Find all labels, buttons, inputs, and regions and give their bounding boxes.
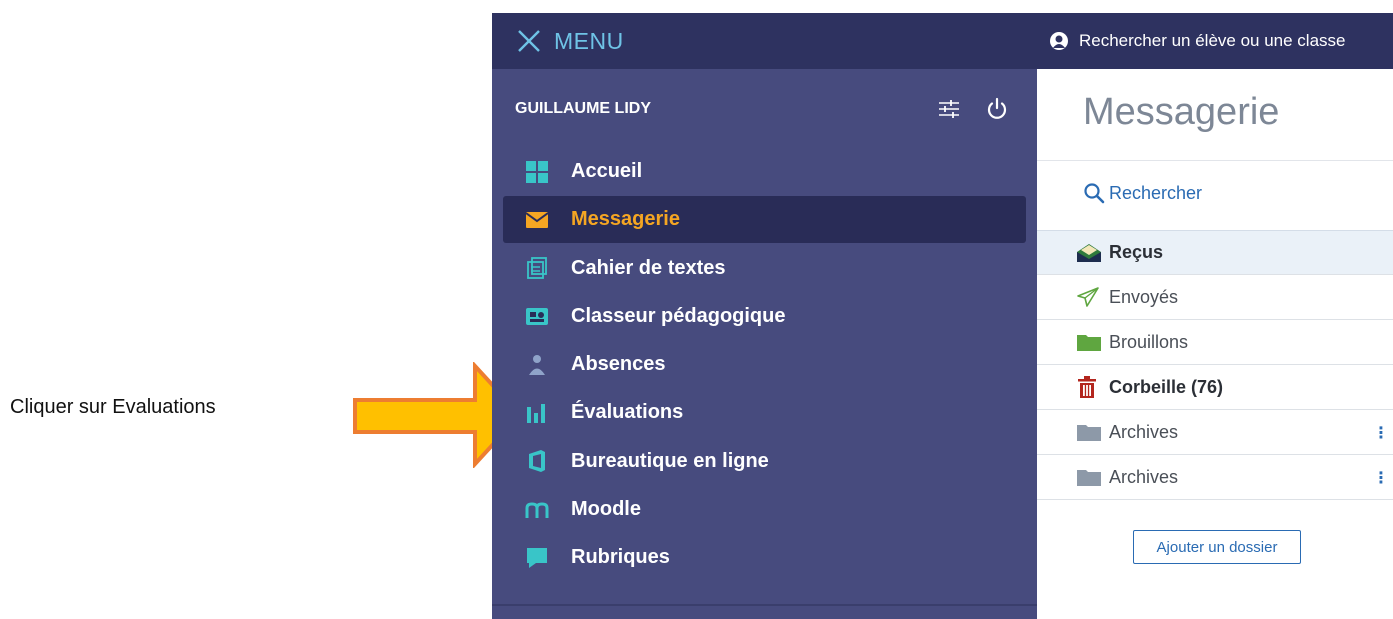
student-search-text: Rechercher un élève ou une classe: [1079, 31, 1346, 50]
sidebar-item-label: Classeur pédagogique: [571, 304, 786, 327]
sidebar-nav: Accueil Messagerie Cahier de textes Clas…: [503, 148, 1026, 583]
sidebar-item-label: Messagerie: [571, 208, 680, 231]
add-folder-button[interactable]: Ajouter un dossier: [1133, 530, 1301, 564]
folder-icon: [1077, 467, 1101, 487]
folder-label: Reçus: [1109, 242, 1164, 262]
instruction-text: Cliquer sur Evaluations: [10, 396, 216, 418]
close-icon[interactable]: [516, 28, 542, 54]
sidebar-item-cahier-de-textes[interactable]: Cahier de textes: [503, 245, 1026, 292]
student-search-bar[interactable]: Rechercher un élève ou une classe: [1037, 13, 1393, 69]
sidebar-item-label: Absences: [571, 353, 666, 376]
sidebar-item-moodle[interactable]: Moodle: [503, 486, 1026, 533]
user-name: GUILLAUME LIDY: [515, 100, 651, 117]
folder-label: Brouillons: [1109, 331, 1189, 352]
search-link-label: Rechercher: [1109, 182, 1203, 203]
send-icon: [1077, 287, 1101, 307]
person-icon: [525, 353, 549, 377]
folder-icon: [1077, 332, 1101, 352]
user-search-icon: [1050, 32, 1068, 50]
sidebar: MENU GUILLAUME LIDY Accueil Messagerie C…: [492, 13, 1037, 619]
moodle-icon: [525, 498, 549, 522]
search-icon: [1084, 183, 1105, 204]
sidebar-item-classeur[interactable]: Classeur pédagogique: [503, 293, 1026, 340]
sidebar-item-bureautique[interactable]: Bureautique en ligne: [503, 438, 1026, 485]
sidebar-divider: [492, 604, 1037, 606]
sidebar-item-label: Cahier de textes: [571, 256, 726, 279]
folder-corbeille[interactable]: Corbeille (76): [1037, 365, 1393, 410]
inbox-icon: [1077, 243, 1101, 263]
power-icon[interactable]: [985, 97, 1009, 121]
sidebar-item-label: Moodle: [571, 498, 641, 521]
sidebar-item-absences[interactable]: Absences: [503, 341, 1026, 388]
sidebar-item-messagerie[interactable]: Messagerie: [503, 196, 1026, 244]
user-row: GUILLAUME LIDY: [515, 93, 1009, 125]
folder-label: Archives: [1109, 466, 1179, 487]
sidebar-item-label: Rubriques: [571, 546, 670, 569]
sidebar-item-label: Accueil: [571, 160, 643, 182]
folder-label: Archives: [1109, 421, 1179, 442]
folder-label: Corbeille (76): [1109, 376, 1224, 397]
folder-brouillons[interactable]: Brouillons: [1037, 320, 1393, 365]
folder-archives[interactable]: Archives ⋮: [1037, 455, 1393, 500]
sidebar-item-label: Évaluations: [571, 401, 684, 424]
user-actions: [937, 97, 1009, 121]
more-options-icon[interactable]: ⋮: [1373, 468, 1389, 488]
folder-recus[interactable]: Reçus: [1037, 230, 1393, 275]
search-link[interactable]: Rechercher: [1083, 182, 1202, 204]
folder-archives[interactable]: Archives ⋮: [1037, 410, 1393, 455]
title-divider: [1037, 160, 1393, 161]
menu-label[interactable]: MENU: [554, 28, 624, 55]
sidebar-item-rubriques[interactable]: Rubriques: [503, 534, 1026, 581]
sidebar-item-evaluations[interactable]: Évaluations: [503, 389, 1026, 436]
trash-icon: [1077, 376, 1101, 398]
folder-list: Reçus Envoyés Brouillons Corbeille (76) …: [1037, 230, 1393, 500]
folder-icon: [1077, 422, 1101, 442]
messagerie-panel: Messagerie Rechercher Reçus Envoyés Brou…: [1037, 69, 1393, 619]
grid-icon: [525, 160, 549, 184]
settings-sliders-icon[interactable]: [937, 97, 961, 121]
envelope-icon: [525, 208, 549, 232]
sidebar-item-label: Bureautique en ligne: [571, 449, 769, 472]
page-title: Messagerie: [1083, 91, 1280, 133]
bar-chart-icon: [525, 401, 549, 425]
binder-icon: [525, 304, 549, 328]
more-options-icon[interactable]: ⋮: [1373, 423, 1389, 443]
sidebar-item-accueil[interactable]: Accueil: [503, 148, 1026, 195]
notebook-icon: [525, 256, 549, 280]
office-icon: [525, 449, 549, 473]
menu-bar: MENU: [492, 13, 1037, 69]
folder-label: Envoyés: [1109, 286, 1179, 307]
folder-envoyes[interactable]: Envoyés: [1037, 275, 1393, 320]
chat-icon: [525, 546, 549, 570]
